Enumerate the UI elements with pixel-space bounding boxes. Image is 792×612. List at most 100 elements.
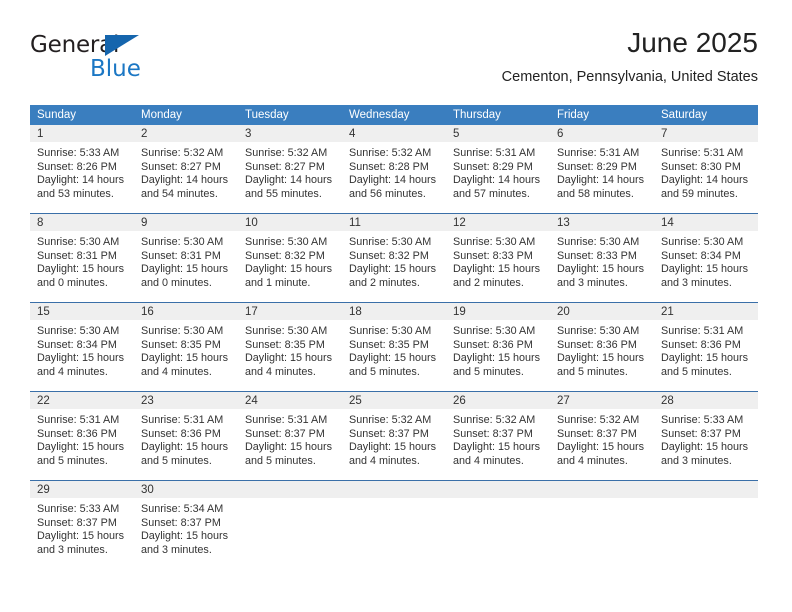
sunset-text: Sunset: 8:33 PM (557, 249, 637, 262)
day-cell[interactable]: 22 Sunrise: 5:31 AM Sunset: 8:36 PM Dayligh… (30, 391, 134, 481)
day-cell[interactable]: 17 Sunrise: 5:30 AM Sunset: 8:35 PM Dayligh… (238, 302, 342, 392)
day-cell[interactable]: 30 Sunrise: 5:34 AM Sunset: 8:37 PM Dayligh… (134, 480, 238, 569)
day-number: 20 (550, 303, 654, 320)
daylight-text-line1: Daylight: 15 hours (37, 263, 125, 276)
daylight-text-line2: and 5 minutes. (661, 365, 732, 378)
daylight-text-line1: Daylight: 15 hours (245, 441, 333, 454)
daylight-text-line2: and 2 minutes. (349, 276, 420, 289)
daylight-text-line2: and 5 minutes. (245, 454, 316, 467)
day-cell[interactable]: 8 Sunrise: 5:30 AM Sunset: 8:31 PM Daylight… (30, 213, 134, 303)
day-number: 25 (342, 392, 446, 409)
location-subtitle: Cementon, Pennsylvania, United States (501, 69, 758, 85)
day-details: Sunrise: 5:31 AM Sunset: 8:36 PM Daylight:… (134, 409, 238, 468)
day-details: Sunrise: 5:30 AM Sunset: 8:34 PM Daylight:… (654, 231, 758, 290)
day-cell[interactable]: 13 Sunrise: 5:30 AM Sunset: 8:33 PM Dayligh… (550, 213, 654, 303)
daylight-text-line2: and 5 minutes. (349, 365, 420, 378)
daylight-text-line1: Daylight: 15 hours (141, 263, 229, 276)
day-number: 26 (446, 392, 550, 409)
day-cell[interactable]: 1 Sunrise: 5:33 AM Sunset: 8:26 PM Daylight… (30, 125, 134, 214)
day-cell[interactable]: 14 Sunrise: 5:30 AM Sunset: 8:34 PM Dayligh… (654, 213, 758, 303)
sunset-text: Sunset: 8:36 PM (453, 338, 533, 351)
day-number: 29 (30, 481, 134, 498)
day-number: 1 (30, 125, 134, 142)
day-cell[interactable]: 26 Sunrise: 5:32 AM Sunset: 8:37 PM Dayligh… (446, 391, 550, 481)
day-cell[interactable]: 3 Sunrise: 5:32 AM Sunset: 8:27 PM Daylight… (238, 125, 342, 214)
day-cell[interactable]: 28 Sunrise: 5:33 AM Sunset: 8:37 PM Dayligh… (654, 391, 758, 481)
day-number: 3 (238, 125, 342, 142)
day-details: Sunrise: 5:31 AM Sunset: 8:30 PM Daylight:… (654, 142, 758, 201)
sunset-text: Sunset: 8:28 PM (349, 160, 429, 173)
day-cell[interactable]: 23 Sunrise: 5:31 AM Sunset: 8:36 PM Dayligh… (134, 391, 238, 481)
day-cell[interactable]: 19 Sunrise: 5:30 AM Sunset: 8:36 PM Dayligh… (446, 302, 550, 392)
sunset-text: Sunset: 8:34 PM (661, 249, 741, 262)
day-number: 15 (30, 303, 134, 320)
day-details: Sunrise: 5:30 AM Sunset: 8:31 PM Daylight:… (30, 231, 134, 290)
day-cell[interactable]: 25 Sunrise: 5:32 AM Sunset: 8:37 PM Dayligh… (342, 391, 446, 481)
sunrise-text: Sunrise: 5:30 AM (245, 236, 328, 248)
daylight-text-line1: Daylight: 15 hours (349, 263, 437, 276)
day-cell[interactable]: 24 Sunrise: 5:31 AM Sunset: 8:37 PM Dayligh… (238, 391, 342, 481)
sunrise-text: Sunrise: 5:30 AM (349, 325, 432, 337)
sunrise-text: Sunrise: 5:31 AM (557, 147, 640, 159)
day-cell[interactable]: 9 Sunrise: 5:30 AM Sunset: 8:31 PM Daylight… (134, 213, 238, 303)
sunset-text: Sunset: 8:37 PM (661, 427, 741, 440)
day-number: 27 (550, 392, 654, 409)
day-cell[interactable]: 5 Sunrise: 5:31 AM Sunset: 8:29 PM Daylight… (446, 125, 550, 214)
day-details: Sunrise: 5:32 AM Sunset: 8:37 PM Daylight:… (550, 409, 654, 468)
day-number: 7 (654, 125, 758, 142)
sunset-text: Sunset: 8:33 PM (453, 249, 533, 262)
sunrise-text: Sunrise: 5:30 AM (557, 325, 640, 337)
day-details (238, 498, 342, 503)
day-cell-empty (342, 480, 446, 569)
daylight-text-line1: Daylight: 15 hours (141, 441, 229, 454)
day-cell[interactable]: 11 Sunrise: 5:30 AM Sunset: 8:32 PM Dayligh… (342, 213, 446, 303)
day-cell[interactable]: 7 Sunrise: 5:31 AM Sunset: 8:30 PM Daylight… (654, 125, 758, 214)
weekday-header-sunday: Sunday (30, 105, 134, 125)
sunset-text: Sunset: 8:37 PM (557, 427, 637, 440)
day-number: 13 (550, 214, 654, 231)
sunset-text: Sunset: 8:27 PM (245, 160, 325, 173)
day-cell[interactable]: 4 Sunrise: 5:32 AM Sunset: 8:28 PM Daylight… (342, 125, 446, 214)
day-cell-empty (654, 480, 758, 569)
week-row: 15 Sunrise: 5:30 AM Sunset: 8:34 PM Dayligh… (30, 302, 758, 392)
generalblue-logo[interactable]: General Blue (30, 32, 210, 88)
day-cell[interactable]: 6 Sunrise: 5:31 AM Sunset: 8:29 PM Daylight… (550, 125, 654, 214)
day-number: 24 (238, 392, 342, 409)
sunset-text: Sunset: 8:37 PM (453, 427, 533, 440)
day-number: 11 (342, 214, 446, 231)
day-cell[interactable]: 15 Sunrise: 5:30 AM Sunset: 8:34 PM Dayligh… (30, 302, 134, 392)
day-cell[interactable]: 21 Sunrise: 5:31 AM Sunset: 8:36 PM Dayligh… (654, 302, 758, 392)
day-cell[interactable]: 12 Sunrise: 5:30 AM Sunset: 8:33 PM Dayligh… (446, 213, 550, 303)
day-number (342, 481, 446, 498)
day-details: Sunrise: 5:32 AM Sunset: 8:37 PM Daylight:… (342, 409, 446, 468)
daylight-text-line2: and 4 minutes. (37, 365, 108, 378)
daylight-text-line2: and 2 minutes. (453, 276, 524, 289)
daylight-text-line1: Daylight: 15 hours (141, 530, 229, 543)
day-details: Sunrise: 5:30 AM Sunset: 8:36 PM Daylight:… (550, 320, 654, 379)
day-number: 22 (30, 392, 134, 409)
sunset-text: Sunset: 8:30 PM (661, 160, 741, 173)
day-cell[interactable]: 29 Sunrise: 5:33 AM Sunset: 8:37 PM Dayligh… (30, 480, 134, 569)
daylight-text-line2: and 56 minutes. (349, 187, 426, 200)
logo-text-blue: Blue (90, 56, 141, 82)
sunrise-text: Sunrise: 5:30 AM (37, 236, 120, 248)
day-cell[interactable]: 18 Sunrise: 5:30 AM Sunset: 8:35 PM Dayligh… (342, 302, 446, 392)
day-number: 6 (550, 125, 654, 142)
sunset-text: Sunset: 8:32 PM (245, 249, 325, 262)
day-details: Sunrise: 5:32 AM Sunset: 8:27 PM Daylight:… (134, 142, 238, 201)
day-number: 30 (134, 481, 238, 498)
day-number: 5 (446, 125, 550, 142)
day-cell-empty (446, 480, 550, 569)
day-number: 28 (654, 392, 758, 409)
sunset-text: Sunset: 8:35 PM (245, 338, 325, 351)
day-cell[interactable]: 20 Sunrise: 5:30 AM Sunset: 8:36 PM Dayligh… (550, 302, 654, 392)
day-details: Sunrise: 5:30 AM Sunset: 8:32 PM Daylight:… (238, 231, 342, 290)
weekday-header-friday: Friday (550, 105, 654, 125)
day-details: Sunrise: 5:30 AM Sunset: 8:34 PM Daylight:… (30, 320, 134, 379)
day-details (654, 498, 758, 503)
day-cell[interactable]: 10 Sunrise: 5:30 AM Sunset: 8:32 PM Dayligh… (238, 213, 342, 303)
day-cell[interactable]: 16 Sunrise: 5:30 AM Sunset: 8:35 PM Dayligh… (134, 302, 238, 392)
day-cell[interactable]: 27 Sunrise: 5:32 AM Sunset: 8:37 PM Dayligh… (550, 391, 654, 481)
sunrise-text: Sunrise: 5:30 AM (245, 325, 328, 337)
day-cell[interactable]: 2 Sunrise: 5:32 AM Sunset: 8:27 PM Daylight… (134, 125, 238, 214)
